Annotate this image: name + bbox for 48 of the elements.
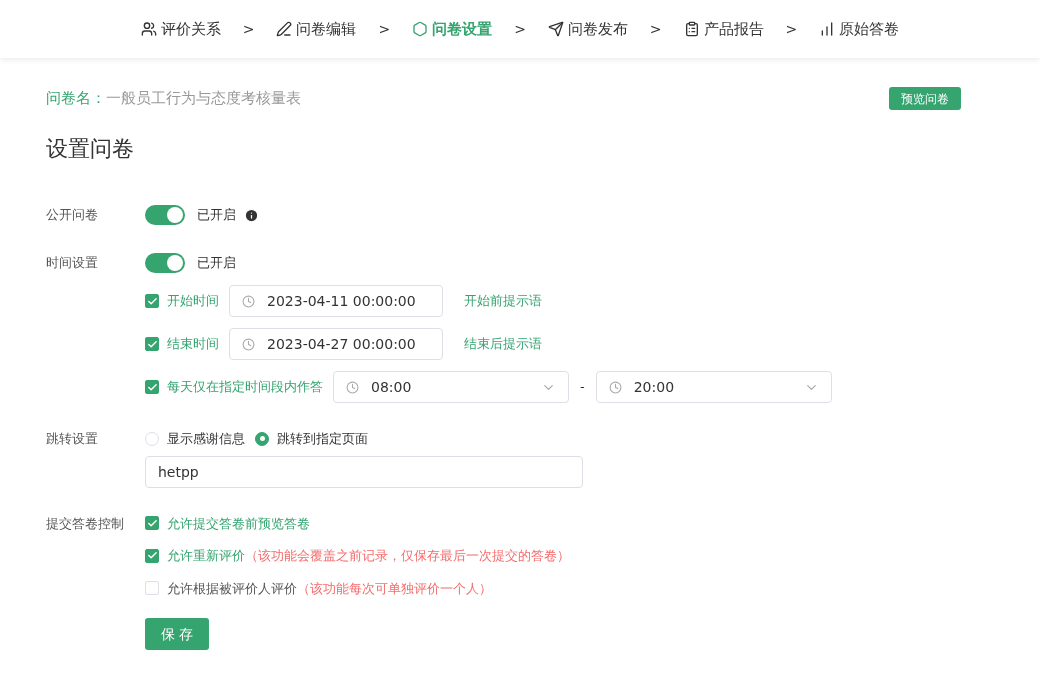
checkbox[interactable] [145,294,159,308]
pen-icon [276,21,293,37]
toggle-switch[interactable] [145,253,185,273]
clipboard-icon [683,21,700,37]
step-separator: > [649,20,662,39]
page-heading: 设置问卷 [46,135,135,163]
field-label: 跳转设置 [46,430,99,448]
clock-icon [242,294,255,308]
field-label: 提交答卷控制 [46,514,125,533]
field-label: 公开问卷 [46,206,99,225]
step-tab[interactable]: 问卷编辑 [276,17,357,41]
hexagon-icon [412,21,429,37]
clock-icon [608,380,622,394]
paper-plane-icon [547,21,564,37]
radio-button[interactable] [255,431,269,446]
toggle-status: 已开启 [197,206,236,225]
survey-name: 一般员工行为与态度考核量表 [106,88,301,110]
radio-label[interactable]: 跳转到指定页面 [277,429,368,449]
time-field[interactable]: 2023-04-11 00:00:00 [229,285,443,317]
time-field[interactable]: 08:00 [333,371,569,403]
radio-label[interactable]: 显示感谢信息 [167,429,245,449]
field-label: 时间设置 [46,254,99,273]
checkbox[interactable] [145,548,159,563]
time-field[interactable]: 2023-04-27 00:00:00 [229,328,443,360]
checkbox[interactable] [145,516,159,531]
warning-note: （该功能会覆盖之前记录，仅保存最后一次提交的答卷） [245,547,570,565]
toggle-status: 已开启 [197,254,236,273]
info-icon[interactable] [244,207,259,223]
time-field[interactable]: 20:00 [595,371,832,403]
range-dash: - [580,378,585,397]
step-separator: > [242,20,255,39]
checkbox[interactable] [145,380,159,394]
url-input[interactable]: hetpp [145,455,583,488]
survey-name-label: 问卷名： [46,88,106,110]
checkbox[interactable] [145,337,159,351]
users-icon [140,21,157,37]
step-tab[interactable]: 原始答卷 [819,17,900,41]
clock-icon [346,380,359,394]
warning-note: （该功能每次可单独评价一个人） [297,579,492,598]
step-tab[interactable]: 问卷发布 [547,17,628,41]
checkbox-label[interactable]: 允许根据被评价人评价 [167,578,297,598]
step-tab[interactable]: 评价关系 [140,17,221,41]
toggle-switch[interactable] [145,205,185,225]
step-separator: > [785,20,798,39]
step-tab[interactable]: 产品报告 [683,17,764,41]
clock-icon [242,337,255,351]
step-separator: > [378,20,391,39]
step-separator: > [514,20,526,39]
